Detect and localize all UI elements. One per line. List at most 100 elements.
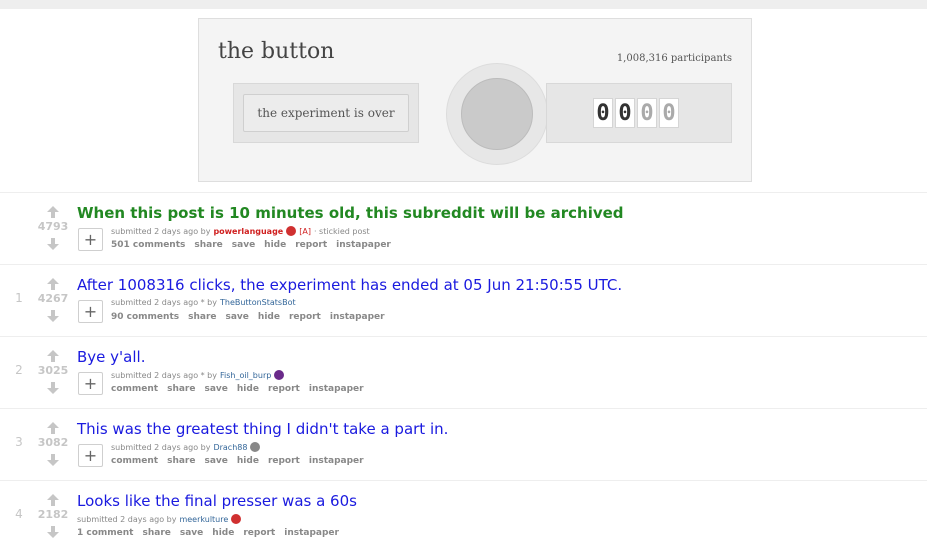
post-title[interactable]: Bye y'all. <box>77 348 145 366</box>
post-row: 2 3025 + Bye y'all. submitted 2 days ago… <box>0 336 927 407</box>
post-actions: 1 comment share save hide report instapa… <box>77 528 339 538</box>
upvote-arrow-icon[interactable] <box>46 277 60 291</box>
post-row: 3 3082 + This was the greatest thing I d… <box>0 408 927 479</box>
upvote-arrow-icon[interactable] <box>46 421 60 435</box>
save-link[interactable]: save <box>204 456 227 466</box>
post-tagline: submitted 2 days ago * by TheButtonStats… <box>111 298 296 307</box>
expand-plus-icon[interactable]: + <box>78 444 103 467</box>
comments-link[interactable]: 501 comments <box>111 240 185 250</box>
top-strip <box>0 0 927 9</box>
comments-link[interactable]: comment <box>111 384 158 394</box>
instapaper-link[interactable]: instapaper <box>284 528 339 538</box>
timer-digits: 0 0 0 0 <box>593 98 679 128</box>
submitted-text: submitted 2 days ago by <box>111 226 211 236</box>
submitted-text: submitted 2 days ago * by <box>111 298 217 307</box>
the-button-widget: the button 1,008,316 participants the ex… <box>198 18 752 182</box>
admin-tag: [A] <box>299 226 311 236</box>
vote-column: 3082 <box>32 421 74 467</box>
report-link[interactable]: report <box>268 456 300 466</box>
instapaper-link[interactable]: instapaper <box>309 456 364 466</box>
post-row: 4793 + When this post is 10 minutes old,… <box>0 192 927 263</box>
post-author[interactable]: powerlanguage <box>213 227 283 236</box>
instapaper-link[interactable]: instapaper <box>336 240 391 250</box>
post-tagline: submitted 2 days ago * by Fish_oil_burp <box>111 370 285 380</box>
the-button-ring <box>446 63 548 165</box>
post-actions: comment share save hide report instapape… <box>111 384 364 394</box>
hide-link[interactable]: hide <box>264 240 286 250</box>
status-panel: the experiment is over <box>233 83 419 143</box>
post-title[interactable]: When this post is 10 minutes old, this s… <box>77 204 624 222</box>
share-link[interactable]: share <box>142 528 170 538</box>
save-link[interactable]: save <box>232 240 255 250</box>
post-score: 3025 <box>37 364 69 377</box>
upvote-arrow-icon[interactable] <box>46 205 60 219</box>
submitted-text: submitted 2 days ago * by <box>111 370 217 380</box>
comments-link[interactable]: 1 comment <box>77 528 133 538</box>
downvote-arrow-icon[interactable] <box>46 237 60 251</box>
post-rank: 4 <box>15 507 23 521</box>
vote-column: 2182 <box>32 493 74 539</box>
timer-digit: 0 <box>593 98 613 128</box>
comments-link[interactable]: 90 comments <box>111 312 179 322</box>
instapaper-link[interactable]: instapaper <box>309 384 364 394</box>
post-author[interactable]: Fish_oil_burp <box>220 371 271 380</box>
timer-digit: 0 <box>637 98 657 128</box>
downvote-arrow-icon[interactable] <box>46 453 60 467</box>
the-button[interactable] <box>461 78 533 150</box>
post-tagline: submitted 2 days ago by meerkulture <box>77 514 242 524</box>
flair-dot-icon <box>231 514 242 524</box>
downvote-arrow-icon[interactable] <box>46 309 60 323</box>
post-actions: comment share save hide report instapape… <box>111 456 364 466</box>
hide-link[interactable]: hide <box>237 456 259 466</box>
post-author[interactable]: TheButtonStatsBot <box>220 298 296 307</box>
expand-plus-icon[interactable]: + <box>78 300 103 323</box>
comments-link[interactable]: comment <box>111 456 158 466</box>
post-score: 2182 <box>37 508 69 521</box>
expand-plus-icon[interactable]: + <box>78 228 103 251</box>
save-link[interactable]: save <box>226 312 249 322</box>
save-link[interactable]: save <box>180 528 203 538</box>
report-link[interactable]: report <box>268 384 300 394</box>
report-link[interactable]: report <box>295 240 327 250</box>
participants-count: 1,008,316 participants <box>616 53 732 64</box>
post-score: 3082 <box>37 436 69 449</box>
hide-link[interactable]: hide <box>258 312 280 322</box>
post-actions: 90 comments share save hide report insta… <box>111 312 385 322</box>
hide-link[interactable]: hide <box>212 528 234 538</box>
hide-link[interactable]: hide <box>237 384 259 394</box>
stickied-label: · stickied post <box>313 226 370 236</box>
share-link[interactable]: share <box>188 312 216 322</box>
save-link[interactable]: save <box>204 384 227 394</box>
submitted-text: submitted 2 days ago by <box>77 514 177 524</box>
post-tagline: submitted 2 days ago by powerlanguage [A… <box>111 226 370 236</box>
post-title[interactable]: Looks like the final presser was a 60s <box>77 492 357 510</box>
report-link[interactable]: report <box>243 528 275 538</box>
vote-column: 3025 <box>32 349 74 395</box>
post-author[interactable]: meerkulture <box>179 515 228 524</box>
post-tagline: submitted 2 days ago by Drach88 <box>111 442 261 452</box>
post-title[interactable]: This was the greatest thing I didn't tak… <box>77 420 448 438</box>
widget-title: the button <box>218 39 335 64</box>
post-author[interactable]: Drach88 <box>213 443 247 452</box>
downvote-arrow-icon[interactable] <box>46 381 60 395</box>
timer-digit: 0 <box>659 98 679 128</box>
share-link[interactable]: share <box>194 240 222 250</box>
report-link[interactable]: report <box>289 312 321 322</box>
post-row: 1 4267 + After 1008316 clicks, the exper… <box>0 264 927 335</box>
downvote-arrow-icon[interactable] <box>46 525 60 539</box>
post-title[interactable]: After 1008316 clicks, the experiment has… <box>77 276 622 294</box>
share-link[interactable]: share <box>167 456 195 466</box>
post-rank: 3 <box>15 435 23 449</box>
instapaper-link[interactable]: instapaper <box>330 312 385 322</box>
timer-panel: 0 0 0 0 <box>546 83 732 143</box>
expand-plus-icon[interactable]: + <box>78 372 103 395</box>
upvote-arrow-icon[interactable] <box>46 493 60 507</box>
post-score: 4267 <box>37 292 69 305</box>
flair-dot-icon <box>286 226 297 236</box>
share-link[interactable]: share <box>167 384 195 394</box>
upvote-arrow-icon[interactable] <box>46 349 60 363</box>
vote-column: 4793 <box>32 205 74 251</box>
post-rank: 1 <box>15 291 23 305</box>
flair-dot-icon <box>250 442 261 452</box>
post-score: 4793 <box>37 220 69 233</box>
